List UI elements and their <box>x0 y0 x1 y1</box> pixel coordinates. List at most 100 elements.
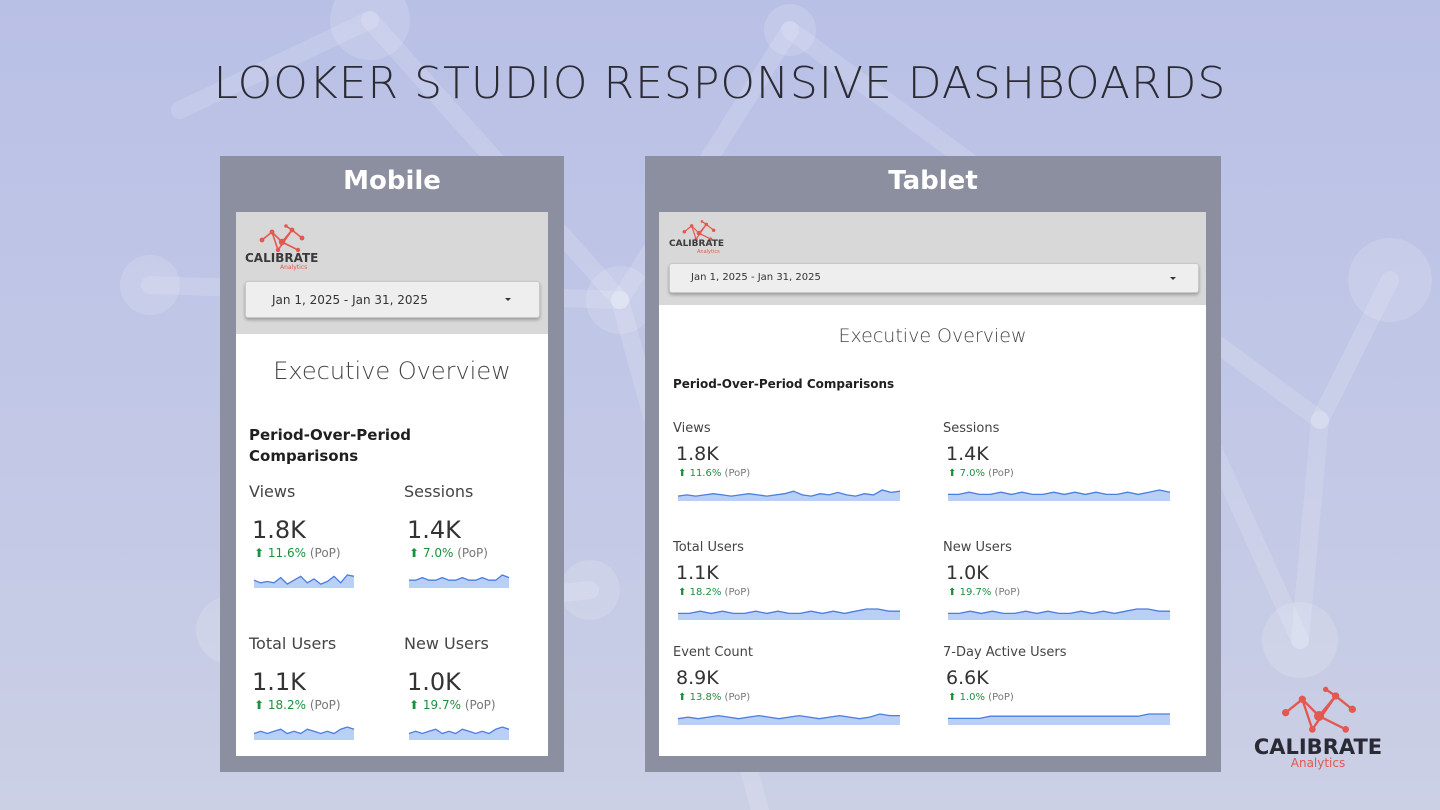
arrow-up-icon: ⬆ <box>678 587 687 598</box>
metric-delta-suffix: (PoP) <box>309 546 341 560</box>
logo-wordmark: CALIBRATE <box>669 239 724 249</box>
sparkline-area <box>678 714 900 725</box>
sparkline-area <box>948 490 1170 501</box>
mobile-frame-label: Mobile <box>343 166 441 196</box>
sparkline-area <box>409 575 509 588</box>
metric-delta-percent: 7.0% <box>959 468 985 479</box>
page-title: LOOKER STUDIO RESPONSIVE DASHBOARDS <box>213 58 1227 109</box>
metric-delta-suffix: (PoP) <box>724 587 751 598</box>
calibrate-logo-icon <box>259 224 305 253</box>
metric-card-sessions: Sessions 1.4K ⬆ 7.0% (PoP) <box>943 421 1183 531</box>
metric-delta-percent: 7.0% <box>422 546 454 560</box>
metric-label: New Users <box>943 540 1012 555</box>
report-title: Executive Overview <box>273 357 511 385</box>
metric-delta-percent: 11.6% <box>689 468 722 479</box>
metric-card-sessions: Sessions 1.4K ⬆ 7.0% (PoP) <box>404 482 534 622</box>
sparkline-line <box>948 489 1171 496</box>
arrow-up-icon: ⬆ <box>409 698 420 712</box>
metric-card-new-users: New Users 1.0K ⬆ 19.7% (PoP) <box>404 634 534 756</box>
sparkline-chart <box>948 608 1170 620</box>
metric-label: Sessions <box>404 482 474 501</box>
metric-value: 1.0K <box>407 668 461 696</box>
tablet-screen: CALIBRATE Analytics Jan 1, 2025 - Jan 31… <box>659 212 1206 756</box>
sparkline-chart <box>677 713 900 725</box>
metric-value: 1.8K <box>676 443 719 465</box>
calibrate-logo-icon <box>1282 686 1356 733</box>
metric-card-new-users: New Users 1.0K ⬆ 19.7% (PoP) <box>943 540 1183 650</box>
logo-subtitle: Analytics <box>280 264 308 271</box>
metric-delta-percent: 1.0% <box>959 692 985 703</box>
metric-delta-percent: 18.2% <box>267 698 307 712</box>
metric-label: Event Count <box>673 645 753 660</box>
date-range-picker[interactable]: Jan 1, 2025 - Jan 31, 2025 <box>669 263 1199 293</box>
arrow-up-icon: ⬆ <box>409 546 420 560</box>
metric-card-views: Views 1.8K ⬆ 11.6% (PoP) <box>673 421 913 531</box>
chevron-down-icon <box>1170 277 1176 280</box>
chevron-down-icon <box>505 298 511 301</box>
metric-value: 1.1K <box>676 562 719 584</box>
report-header: CALIBRATE Analytics Jan 1, 2025 - Jan 31… <box>659 212 1206 305</box>
metric-delta: ⬆ 13.8% (PoP) <box>678 692 750 703</box>
metric-card-total-users: Total Users 1.1K ⬆ 18.2% (PoP) <box>249 634 379 756</box>
metric-delta-suffix: (PoP) <box>457 546 488 560</box>
report-title: Executive Overview <box>838 325 1027 347</box>
metric-delta: ⬆ 7.0% (PoP) <box>409 546 488 560</box>
metric-card-7-day-active-users: 7-Day Active Users 6.6K ⬆ 1.0% (PoP) <box>943 645 1183 755</box>
tablet-frame-label: Tablet <box>888 166 978 196</box>
metric-delta-suffix: (PoP) <box>464 698 496 712</box>
brand-logo: CALIBRATE Analytics <box>1240 686 1396 774</box>
metric-value: 1.4K <box>946 443 989 465</box>
arrow-up-icon: ⬆ <box>948 468 957 479</box>
sparkline-area <box>948 609 1170 620</box>
section-title: Period-Over-Period Comparisons <box>673 377 895 391</box>
metric-label: 7-Day Active Users <box>943 645 1067 660</box>
metric-delta: ⬆ 19.7% (PoP) <box>948 587 1020 598</box>
arrow-up-icon: ⬆ <box>254 546 265 560</box>
arrow-up-icon: ⬆ <box>948 587 957 598</box>
date-range-picker[interactable]: Jan 1, 2025 - Jan 31, 2025 <box>245 281 540 318</box>
metric-delta-suffix: (PoP) <box>994 587 1021 598</box>
metric-value: 1.0K <box>946 562 989 584</box>
metric-value: 1.1K <box>252 668 306 696</box>
arrow-up-icon: ⬆ <box>254 698 265 712</box>
metric-delta-suffix: (PoP) <box>988 692 1014 703</box>
sparkline-chart <box>408 726 510 740</box>
tablet-frame: Tablet CALIBRATE Analytics Jan 1, 2025 -… <box>645 156 1221 772</box>
sparkline-area <box>678 609 900 620</box>
section-title: Period-Over-Period Comparisons <box>249 426 412 465</box>
metric-value: 6.6K <box>946 667 989 689</box>
sparkline-chart <box>678 608 900 620</box>
report-header: CALIBRATE Analytics Jan 1, 2025 - Jan 31… <box>236 212 548 334</box>
logo-subtitle: Analytics <box>697 249 720 255</box>
metric-value: 1.8K <box>252 516 306 544</box>
metric-delta-suffix: (PoP) <box>309 698 341 712</box>
metric-delta: ⬆ 1.0% (PoP) <box>948 692 1014 703</box>
metric-value: 1.4K <box>407 516 461 544</box>
metric-label: Total Users <box>249 634 337 653</box>
mobile-screen: CALIBRATE Analytics Jan 1, 2025 - Jan 31… <box>236 212 548 756</box>
metric-delta-percent: 11.6% <box>267 546 307 560</box>
sparkline-chart <box>409 574 510 588</box>
arrow-up-icon: ⬆ <box>948 692 957 703</box>
metric-label: Total Users <box>673 540 744 555</box>
arrow-up-icon: ⬆ <box>678 692 687 703</box>
metric-delta: ⬆ 18.2% (PoP) <box>678 587 750 598</box>
metric-delta: ⬆ 18.2% (PoP) <box>254 698 341 712</box>
metric-label: New Users <box>404 634 489 653</box>
metric-delta-suffix: (PoP) <box>988 468 1014 479</box>
metric-delta: ⬆ 7.0% (PoP) <box>948 468 1014 479</box>
brand-subtitle: Analytics <box>1290 756 1346 770</box>
metric-delta-percent: 18.2% <box>689 587 722 598</box>
sparkline-area <box>678 490 900 501</box>
metric-label: Sessions <box>943 421 1000 436</box>
sparkline-chart <box>253 726 355 740</box>
arrow-up-icon: ⬆ <box>678 468 687 479</box>
metric-label: Views <box>249 482 296 501</box>
metric-delta-suffix: (PoP) <box>724 692 751 703</box>
metric-delta-percent: 19.7% <box>422 698 462 712</box>
metric-delta-percent: 19.7% <box>959 587 992 598</box>
sparkline-chart <box>677 489 901 501</box>
metric-label: Views <box>673 421 711 436</box>
metric-delta: ⬆ 19.7% (PoP) <box>409 698 496 712</box>
metric-delta-suffix: (PoP) <box>724 468 751 479</box>
